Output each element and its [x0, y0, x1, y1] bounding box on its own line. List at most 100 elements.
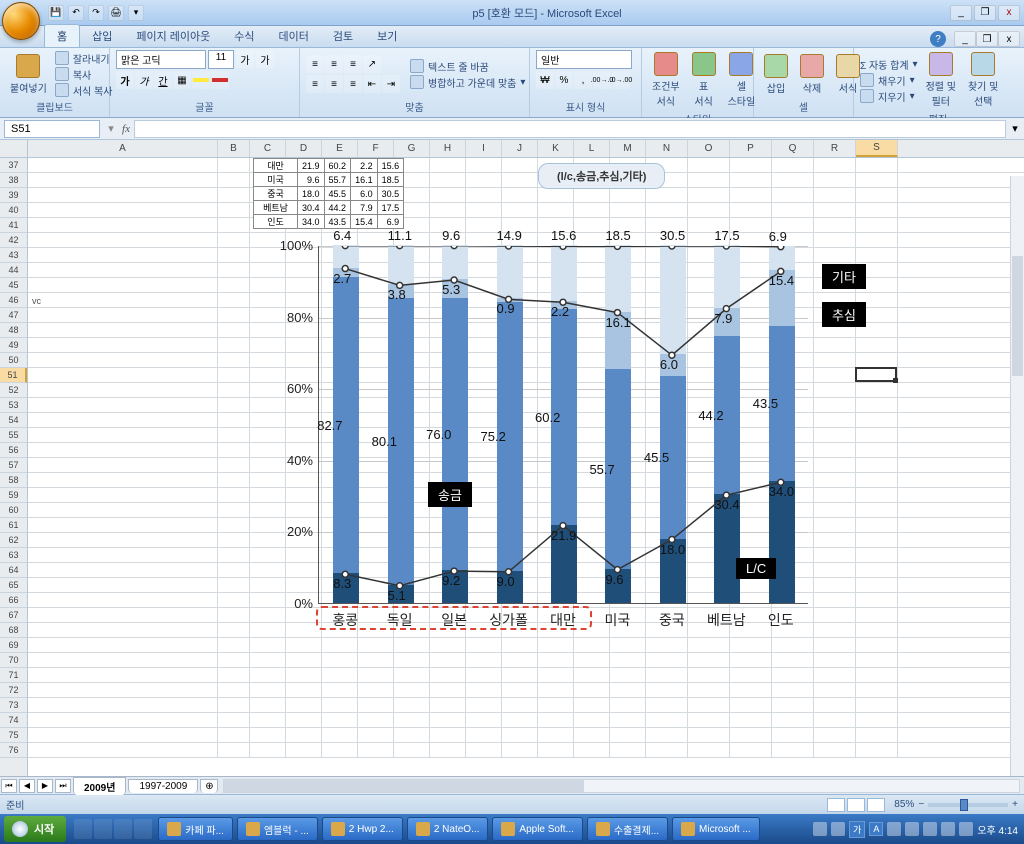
row-header-74[interactable]: 74: [0, 713, 27, 728]
row-header-61[interactable]: 61: [0, 518, 27, 533]
row-header-57[interactable]: 57: [0, 458, 27, 473]
wrap-text[interactable]: 텍스트 줄 바꿈: [410, 59, 525, 74]
zoom-in[interactable]: +: [1012, 799, 1018, 810]
task-item-0[interactable]: 카페 파...: [158, 817, 233, 841]
qat-dropdown[interactable]: ▾: [128, 5, 144, 21]
row-header-43[interactable]: 43: [0, 248, 27, 263]
new-sheet-tab[interactable]: ⊕: [200, 779, 218, 793]
col-header-J[interactable]: J: [502, 140, 538, 157]
row-header-40[interactable]: 40: [0, 203, 27, 218]
zoom-out[interactable]: −: [918, 799, 924, 810]
fill-color-button[interactable]: [192, 71, 210, 89]
doc-close[interactable]: x: [998, 31, 1020, 47]
align-top[interactable]: ≡: [306, 55, 324, 73]
task-item-1[interactable]: 엠블럭 - ...: [237, 817, 318, 841]
sheet-tab-2009[interactable]: 2009년: [73, 777, 126, 795]
row-header-46[interactable]: 46: [0, 293, 27, 308]
italic-button[interactable]: 가: [135, 71, 153, 89]
task-item-4[interactable]: Apple Soft...: [492, 817, 582, 841]
maximize-button[interactable]: ❐: [974, 5, 996, 21]
align-bottom[interactable]: ≡: [344, 55, 362, 73]
help-icon[interactable]: ?: [930, 31, 946, 47]
sheet-nav-first[interactable]: ⏮: [1, 779, 17, 793]
row-header-41[interactable]: 41: [0, 218, 27, 233]
sheet-nav-prev[interactable]: ◀: [19, 779, 35, 793]
row-header-51[interactable]: 51: [0, 368, 27, 383]
row-header-39[interactable]: 39: [0, 188, 27, 203]
horizontal-scrollbar[interactable]: [223, 779, 1020, 793]
format-painter-button[interactable]: 서식 복사: [55, 83, 113, 98]
select-all-corner[interactable]: [0, 140, 28, 158]
align-right[interactable]: ≡: [344, 75, 362, 93]
font-size[interactable]: 11: [208, 50, 234, 69]
lang-indicator[interactable]: A: [869, 822, 883, 836]
qat-save[interactable]: 💾: [48, 5, 64, 21]
minimize-button[interactable]: _: [950, 5, 972, 21]
row-header-59[interactable]: 59: [0, 488, 27, 503]
office-button[interactable]: [2, 2, 40, 40]
col-header-D[interactable]: D: [286, 140, 322, 157]
number-format[interactable]: 일반: [536, 50, 632, 69]
col-header-G[interactable]: G: [394, 140, 430, 157]
col-header-L[interactable]: L: [574, 140, 610, 157]
task-item-2[interactable]: 2 Hwp 2...: [322, 817, 403, 841]
row-header-62[interactable]: 62: [0, 533, 27, 548]
row-header-70[interactable]: 70: [0, 653, 27, 668]
align-left[interactable]: ≡: [306, 75, 324, 93]
inc-decimal[interactable]: .00→.0: [593, 71, 611, 89]
sort-filter[interactable]: 정렬 및 필터: [922, 50, 960, 110]
row-header-64[interactable]: 64: [0, 563, 27, 578]
row-header-38[interactable]: 38: [0, 173, 27, 188]
qat-redo[interactable]: ↷: [88, 5, 104, 21]
font-face[interactable]: 맑은 고딕: [116, 50, 206, 69]
tab-review[interactable]: 검토: [321, 25, 365, 47]
shrink-font[interactable]: 가: [256, 50, 274, 68]
row-header-54[interactable]: 54: [0, 413, 27, 428]
row-header-37[interactable]: 37: [0, 158, 27, 173]
name-box[interactable]: S51: [4, 120, 100, 138]
col-header-C[interactable]: C: [250, 140, 286, 157]
tray-4[interactable]: [905, 822, 919, 836]
col-header-Q[interactable]: Q: [772, 140, 814, 157]
row-header-55[interactable]: 55: [0, 428, 27, 443]
view-page-break[interactable]: [867, 798, 885, 812]
doc-min[interactable]: _: [954, 31, 976, 47]
row-header-56[interactable]: 56: [0, 443, 27, 458]
row-header-48[interactable]: 48: [0, 323, 27, 338]
ql-1[interactable]: [74, 819, 92, 839]
row-header-75[interactable]: 75: [0, 728, 27, 743]
col-header-O[interactable]: O: [688, 140, 730, 157]
doc-restore[interactable]: ❐: [976, 31, 998, 47]
clear[interactable]: 지우기 ▾: [860, 89, 918, 104]
task-item-3[interactable]: 2 NateO...: [407, 817, 489, 841]
col-header-B[interactable]: B: [218, 140, 250, 157]
chart[interactable]: 0%20%40%60%80%100% 홍콩8.382.72.76.4독일5.18…: [228, 246, 888, 676]
row-header-65[interactable]: 65: [0, 578, 27, 593]
col-header-S[interactable]: S: [856, 140, 898, 157]
tray-2[interactable]: [831, 822, 845, 836]
row-header-42[interactable]: 42: [0, 233, 27, 248]
tab-insert[interactable]: 삽입: [80, 25, 124, 47]
copy-button[interactable]: 복사: [55, 67, 113, 82]
task-item-5[interactable]: 수출결제...: [587, 817, 668, 841]
border-button[interactable]: ▦: [173, 71, 191, 89]
underline-button[interactable]: 간: [154, 71, 172, 89]
tab-data[interactable]: 데이터: [267, 25, 321, 47]
align-center[interactable]: ≡: [325, 75, 343, 93]
row-header-76[interactable]: 76: [0, 743, 27, 758]
merge-center[interactable]: 병합하고 가운데 맞춤 ▾: [410, 75, 525, 90]
conditional-formatting[interactable]: 조건부 서식: [648, 50, 684, 110]
cut-button[interactable]: 잘라내기: [55, 51, 113, 66]
currency[interactable]: ₩: [536, 71, 554, 89]
qat-undo[interactable]: ↶: [68, 5, 84, 21]
row-header-60[interactable]: 60: [0, 503, 27, 518]
tab-view[interactable]: 보기: [365, 25, 409, 47]
col-header-A[interactable]: A: [28, 140, 218, 157]
qat-print[interactable]: 🖨: [108, 5, 124, 21]
orientation[interactable]: ↗: [363, 55, 381, 73]
tray-volume[interactable]: [959, 822, 973, 836]
start-button[interactable]: 시작: [4, 816, 66, 842]
close-button[interactable]: x: [998, 5, 1020, 21]
formula-input[interactable]: [134, 120, 1006, 138]
fx-button[interactable]: fx: [118, 120, 134, 138]
